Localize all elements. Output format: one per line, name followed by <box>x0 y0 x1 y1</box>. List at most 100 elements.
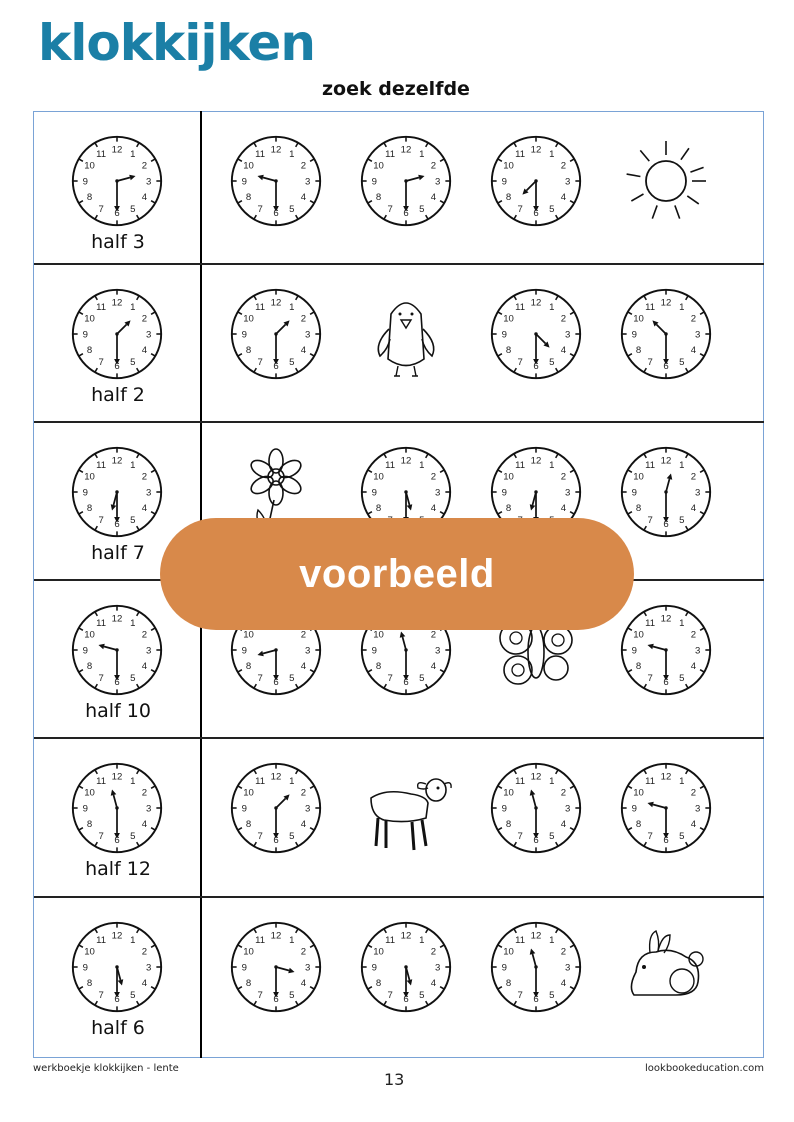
option-clock[interactable]: 121234567891011 <box>228 919 324 1015</box>
svg-text:8: 8 <box>87 503 92 514</box>
option-clock[interactable]: 121234567891011 <box>488 286 584 382</box>
option-clock[interactable]: 121234567891011 <box>358 919 454 1015</box>
option-clock[interactable]: 121234567891011 <box>228 286 324 382</box>
svg-text:10: 10 <box>243 788 254 799</box>
instruction: zoek dezelfde <box>322 78 470 100</box>
svg-text:5: 5 <box>130 673 135 684</box>
svg-text:10: 10 <box>373 161 384 172</box>
option-clock[interactable]: 121234567891011 <box>618 444 714 540</box>
svg-text:2: 2 <box>142 472 147 483</box>
reference-clock: 12 1 2 3 4 5 6 7 8 9 10 11 <box>69 602 165 698</box>
option-clock[interactable]: 121234567891011 <box>228 760 324 856</box>
svg-text:1: 1 <box>549 935 554 946</box>
svg-text:4: 4 <box>691 503 697 514</box>
svg-text:12: 12 <box>401 931 412 942</box>
option-clock[interactable]: 121234567891011 <box>618 286 714 382</box>
svg-text:5: 5 <box>130 831 135 842</box>
svg-text:1: 1 <box>549 149 554 160</box>
svg-text:1: 1 <box>130 935 135 946</box>
svg-text:5: 5 <box>679 673 684 684</box>
reference-clock: 12 1 2 3 4 5 6 7 8 9 10 11 <box>69 919 165 1015</box>
svg-text:8: 8 <box>87 192 92 203</box>
svg-text:3: 3 <box>695 645 700 656</box>
svg-text:5: 5 <box>289 990 294 1001</box>
option-clock[interactable]: 121234567891011 <box>488 133 584 229</box>
reference-clock: 12 1 2 3 4 5 6 7 8 9 10 11 <box>69 760 165 856</box>
svg-text:9: 9 <box>632 329 637 340</box>
svg-text:10: 10 <box>243 630 254 641</box>
svg-text:11: 11 <box>96 302 106 313</box>
svg-text:1: 1 <box>289 302 294 313</box>
svg-text:7: 7 <box>98 990 103 1001</box>
svg-text:11: 11 <box>645 618 655 629</box>
reference-clock: 12 1 2 3 4 5 6 7 8 9 10 11 <box>69 286 165 382</box>
svg-text:5: 5 <box>549 831 554 842</box>
svg-text:2: 2 <box>142 947 147 958</box>
svg-text:4: 4 <box>301 345 307 356</box>
svg-text:4: 4 <box>142 819 148 830</box>
svg-text:2: 2 <box>142 314 147 325</box>
svg-text:9: 9 <box>83 487 88 498</box>
svg-text:11: 11 <box>96 935 106 946</box>
svg-text:5: 5 <box>130 204 135 215</box>
svg-text:3: 3 <box>146 645 151 656</box>
svg-text:3: 3 <box>146 487 151 498</box>
svg-text:7: 7 <box>257 673 262 684</box>
svg-text:5: 5 <box>549 990 554 1001</box>
option-clock[interactable]: 121234567891011 <box>228 133 324 229</box>
svg-text:9: 9 <box>632 487 637 498</box>
watermark-banner: voorbeeld <box>160 518 634 630</box>
svg-text:2: 2 <box>142 630 147 641</box>
svg-text:7: 7 <box>257 831 262 842</box>
svg-text:12: 12 <box>531 456 542 467</box>
svg-text:8: 8 <box>636 661 641 672</box>
svg-text:5: 5 <box>419 990 424 1001</box>
svg-text:1: 1 <box>289 935 294 946</box>
svg-text:5: 5 <box>289 204 294 215</box>
svg-text:10: 10 <box>373 472 384 483</box>
option-clock[interactable]: 121234567891011 <box>618 602 714 698</box>
svg-text:5: 5 <box>130 990 135 1001</box>
svg-text:12: 12 <box>112 145 123 156</box>
svg-text:1: 1 <box>419 460 424 471</box>
footer-website: lookbookeducation.com <box>645 1063 764 1074</box>
svg-text:2: 2 <box>301 947 306 958</box>
svg-text:1: 1 <box>679 618 684 629</box>
svg-text:11: 11 <box>255 776 265 787</box>
option-clock[interactable]: 121234567891011 <box>358 133 454 229</box>
option-clock[interactable]: 121234567891011 <box>488 919 584 1015</box>
svg-text:2: 2 <box>561 161 566 172</box>
svg-text:7: 7 <box>647 831 652 842</box>
svg-text:8: 8 <box>636 345 641 356</box>
svg-text:11: 11 <box>645 302 655 313</box>
option-clock[interactable]: 121234567891011 <box>488 760 584 856</box>
svg-text:2: 2 <box>431 947 436 958</box>
svg-text:7: 7 <box>257 990 262 1001</box>
svg-text:2: 2 <box>691 630 696 641</box>
svg-text:3: 3 <box>565 803 570 814</box>
svg-text:2: 2 <box>142 161 147 172</box>
svg-text:12: 12 <box>271 931 282 942</box>
svg-text:3: 3 <box>146 962 151 973</box>
svg-text:8: 8 <box>506 819 511 830</box>
exercise-row: 12 1 2 3 4 5 6 7 8 9 10 11 half 2 12 1 2 3 4 5 6 7 8 9 10 11 12 1 2… <box>34 264 764 422</box>
time-label: half 10 <box>85 700 151 722</box>
svg-text:2: 2 <box>561 947 566 958</box>
svg-text:12: 12 <box>112 456 123 467</box>
option-clock[interactable]: 121234567891011 <box>618 760 714 856</box>
svg-text:9: 9 <box>372 487 377 498</box>
svg-text:5: 5 <box>130 515 135 526</box>
svg-text:7: 7 <box>517 204 522 215</box>
svg-text:10: 10 <box>84 472 95 483</box>
svg-text:2: 2 <box>561 472 566 483</box>
svg-text:10: 10 <box>243 161 254 172</box>
svg-text:9: 9 <box>83 176 88 187</box>
svg-text:11: 11 <box>385 460 395 471</box>
svg-text:3: 3 <box>435 176 440 187</box>
svg-text:1: 1 <box>679 776 684 787</box>
svg-text:3: 3 <box>146 329 151 340</box>
svg-text:9: 9 <box>372 176 377 187</box>
svg-text:2: 2 <box>561 314 566 325</box>
svg-text:3: 3 <box>565 962 570 973</box>
svg-text:3: 3 <box>435 645 440 656</box>
